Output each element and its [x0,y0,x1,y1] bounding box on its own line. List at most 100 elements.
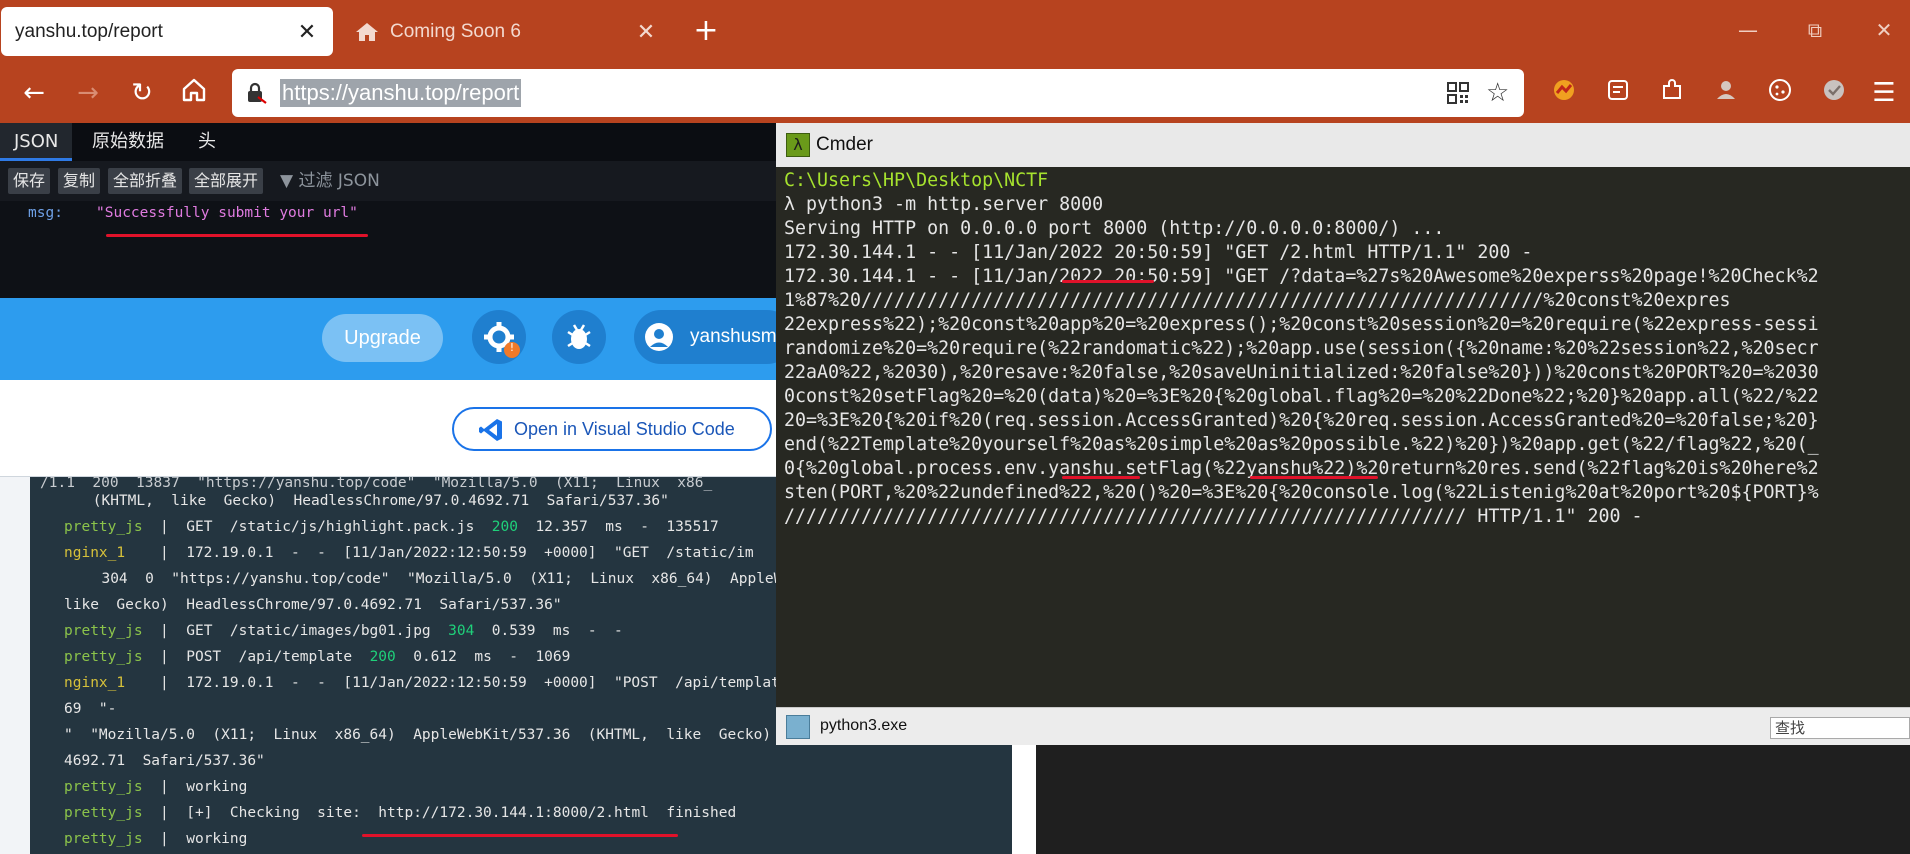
menu-icon[interactable]: ☰ [1868,77,1900,109]
log-line: pretty_js | POST /api/template 200 0.612… [64,649,571,665]
log-service: pretty_js [64,831,143,847]
log-service: nginx_1 [64,675,126,691]
upgrade-button[interactable]: Upgrade [322,314,443,362]
console-line: end(%22Template%20yourself%20as%20simple… [784,434,1819,455]
user-menu[interactable]: yanshusm [634,310,794,364]
console-line: 22express%22);%20const%20app%20=%20expre… [784,314,1819,335]
forward-icon[interactable]: → [72,77,104,109]
cmder-status-bar: python3.exe 查找 [776,707,1910,745]
extension-shield-icon[interactable] [1818,77,1850,109]
avatar-icon [645,323,673,351]
cmder-title-bar[interactable]: λ Cmder [776,123,1910,167]
log-service: pretty_js [64,623,143,639]
qr-code-icon[interactable] [1446,81,1470,109]
log-gutter [0,477,30,854]
extension-spy-icon[interactable] [1710,77,1742,109]
log-service: pretty_js [64,805,143,821]
extension-reader-icon[interactable] [1602,77,1634,109]
cmder-title: Cmder [816,134,874,155]
log-service: pretty_js [64,779,143,795]
home-icon[interactable] [178,77,210,109]
console-line: 172.30.144.1 - - [11/Jan/2022 20:50:59] … [784,242,1533,263]
json-viewer: JSON 原始数据 头 保存 复制 全部折叠 全部展开 ▼︎ 过滤 JSON m… [0,123,776,298]
back-icon[interactable]: ← [18,77,50,109]
tab-headers[interactable]: 头 [184,123,230,161]
cmder-console[interactable]: C:\Users\HP\Desktop\NCTF λ python3 -m ht… [776,167,1910,707]
cookie-icon[interactable] [1764,77,1796,109]
console-line: 172.30.144.1 - - [11/Jan/2022 20:50:59] … [784,266,1819,287]
cmder-window[interactable]: λ Cmder C:\Users\HP\Desktop\NCTF λ pytho… [776,123,1910,745]
json-viewer-tabs: JSON 原始数据 头 [0,123,776,161]
extensions-puzzle-icon[interactable] [1656,77,1688,109]
log-line: pretty_js | GET /static/images/bg01.jpg … [64,623,623,639]
console-line: C:\Users\HP\Desktop\NCTF [784,170,1049,191]
minimize-icon[interactable]: — [1730,14,1766,46]
json-toolbar: 保存 复制 全部折叠 全部展开 ▼︎ 过滤 JSON [0,161,776,201]
collapse-all-button[interactable]: 全部折叠 [108,168,183,194]
red-underline-annotation [1250,476,1378,479]
console-line: 0const%20setFlag%20=%20(data)%20=%3E%20{… [784,386,1819,407]
python-icon [786,715,810,739]
tab-coming-soon[interactable]: Coming Soon 6 ✕ [340,7,672,56]
log-line: like Gecko) HeadlessChrome/97.0.4692.71 … [64,597,562,613]
settings-button[interactable]: ! [472,310,526,364]
filter-json-input[interactable]: ▼︎ 过滤 JSON [280,168,380,194]
filter-icon: ▼︎ [280,171,294,191]
json-value: "Successfully submit your url" [96,205,358,221]
username: yanshusm [690,326,777,347]
bug-icon [567,324,591,349]
reload-icon[interactable]: ↻ [126,77,158,109]
vscode-icon [479,419,502,441]
bug-report-button[interactable] [552,310,606,364]
copy-button[interactable]: 复制 [58,168,101,194]
vscode-button-label: Open in Visual Studio Code [514,419,735,439]
open-in-vscode-button[interactable]: Open in Visual Studio Code [452,407,772,451]
find-input[interactable]: 查找 [1770,717,1910,739]
log-service: nginx_1 [64,545,126,561]
tab-report[interactable]: yanshu.top/report ✕ [1,7,333,56]
tab-raw-data[interactable]: 原始数据 [78,123,178,161]
log-line: pretty_js | working [64,779,248,795]
close-tab-icon[interactable]: ✕ [295,19,319,45]
log-line: 4692.71 Safari/537.36" [64,753,265,769]
new-tab-button[interactable]: + [688,14,724,50]
log-line: pretty_js | GET /static/js/highlight.pac… [64,519,719,535]
tab-json[interactable]: JSON [0,123,73,161]
restore-icon[interactable]: ⧉ [1797,14,1833,46]
site-header-bar: Upgrade ! yanshusm [0,298,794,380]
red-underline-annotation [362,834,678,837]
tab-title: Coming Soon 6 [390,20,521,42]
console-line: λ python3 -m http.server 8000 [784,194,1104,215]
console-line: Serving HTTP on 0.0.0.0 port 8000 (http:… [784,218,1445,239]
browser-tab-bar: yanshu.top/report ✕ Coming Soon 6 ✕ + — … [0,0,1910,61]
close-window-icon[interactable]: ✕ [1866,14,1902,46]
extension-chart-icon[interactable] [1548,77,1580,109]
process-tab[interactable]: python3.exe [820,708,907,744]
find-placeholder: 查找 [1775,719,1806,737]
json-key: msg: [28,205,63,221]
url-text[interactable]: https://yanshu.top/report [280,79,522,107]
red-underline-annotation [1062,476,1140,479]
red-underline-annotation [106,234,368,237]
bookmark-star-icon[interactable]: ☆ [1486,79,1509,107]
tab-title: yanshu.top/report [15,20,163,42]
address-bar[interactable]: https://yanshu.top/report ☆ [232,69,1524,117]
close-tab-icon[interactable]: ✕ [634,19,658,45]
console-line: 20=%3E%20{%20if%20(req.session.AccessGra… [784,410,1819,431]
log-line: pretty_js | working [64,831,248,847]
console-line: 22aA0%22,%2030),%20resave:%20false,%20sa… [784,362,1819,383]
log-service: pretty_js [64,649,143,665]
lock-icon[interactable] [244,81,268,109]
console-line: randomize%20=%20require(%22randomatic%22… [784,338,1819,359]
expand-all-button[interactable]: 全部展开 [189,168,264,194]
red-underline-annotation [1062,280,1154,283]
log-service: pretty_js [64,519,143,535]
background-window [1036,740,1910,854]
console-line: 1%87%20/////////////////////////////////… [784,290,1731,311]
save-button[interactable]: 保存 [8,168,51,194]
http-status: 200 [369,649,396,665]
log-line: pretty_js | [+] Checking site: http://17… [64,805,737,821]
console-line: ////////////////////////////////////////… [784,506,1643,527]
log-line: (KHTML, like Gecko) HeadlessChrome/97.0.… [84,493,669,509]
log-line: 69 "- [64,701,117,717]
